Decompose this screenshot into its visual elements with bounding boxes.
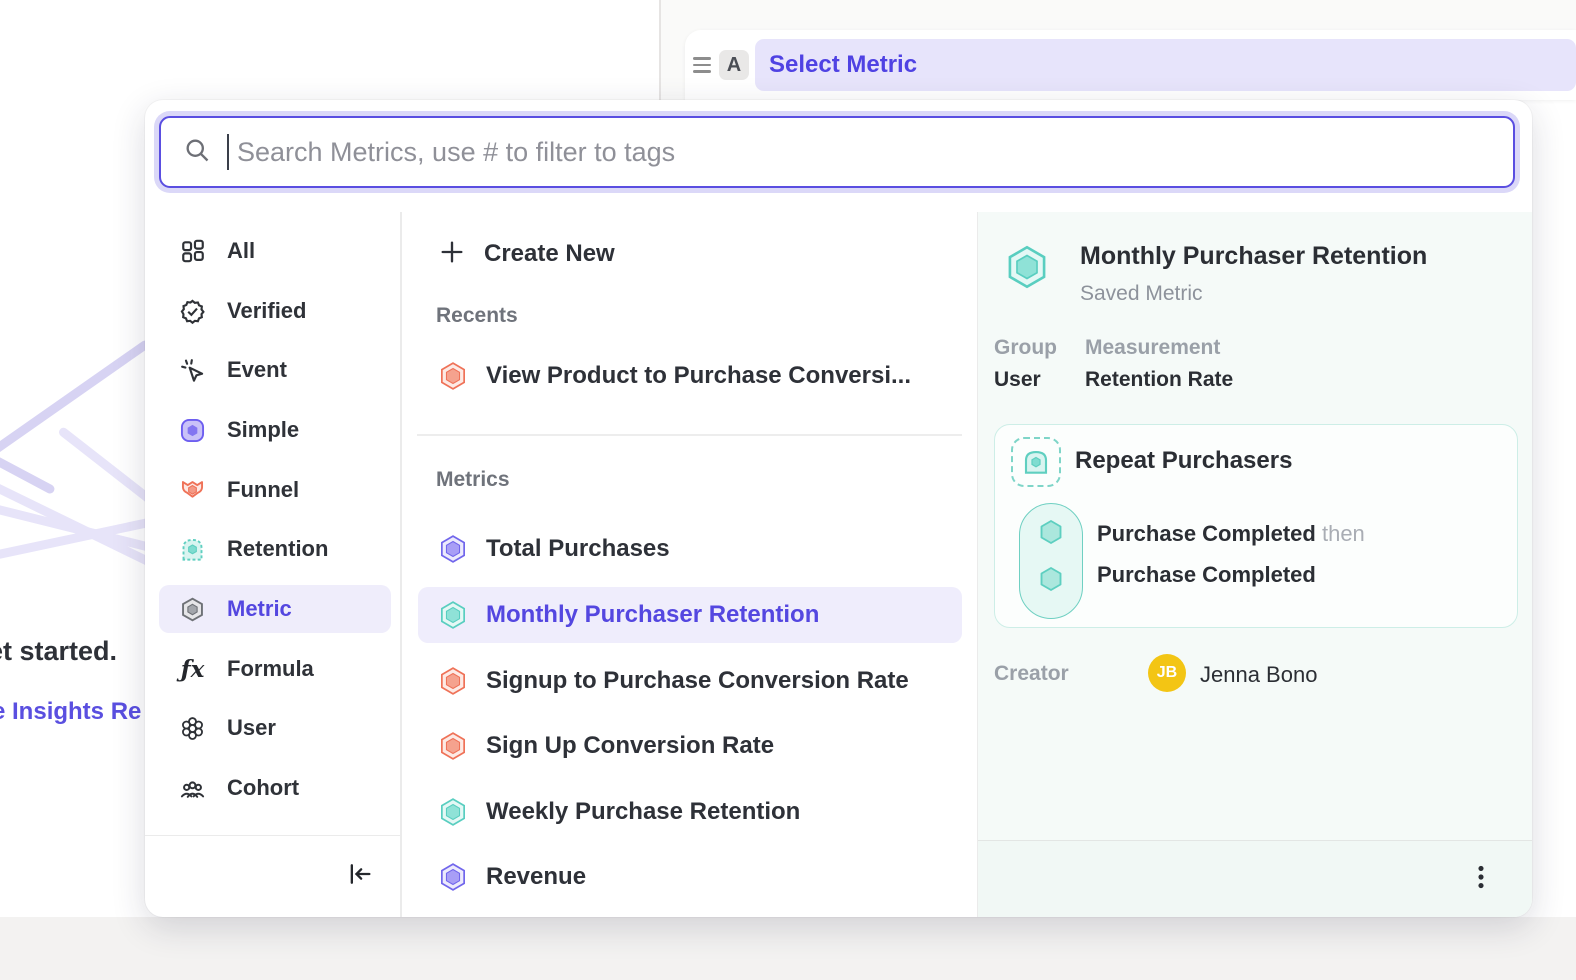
- funnel-steps-capsule: [1019, 503, 1083, 619]
- select-metric-label: Select Metric: [769, 51, 917, 79]
- definition-step-2: Purchase Completed: [1097, 562, 1316, 588]
- metric-item-weekly-purchase-retention[interactable]: Weekly Purchase Retention: [418, 784, 962, 840]
- measurement-label: Measurement: [1085, 336, 1220, 360]
- metric-definition-card: Repeat Purchasers Purchase Completed the…: [994, 424, 1518, 628]
- sidebar-item-simple[interactable]: Simple: [159, 406, 391, 454]
- search-input[interactable]: Search Metrics, use # to filter to tags: [159, 116, 1515, 188]
- verified-badge-icon: [179, 298, 206, 325]
- creator-avatar: JB: [1148, 654, 1186, 692]
- metric-icon: [179, 596, 206, 623]
- preview-subtitle: Saved Metric: [1080, 282, 1203, 306]
- sidebar-item-all[interactable]: All: [159, 227, 391, 275]
- create-new-label: Create New: [484, 240, 615, 268]
- definition-name: Repeat Purchasers: [1075, 447, 1292, 475]
- preview-title: Monthly Purchaser Retention: [1080, 242, 1427, 271]
- retention-icon: [179, 536, 206, 563]
- recent-metric-item[interactable]: View Product to Purchase Conversi...: [418, 348, 962, 404]
- sidebar-item-retention[interactable]: Retention: [159, 525, 391, 573]
- group-value: User: [994, 368, 1041, 392]
- sidebar-item-formula[interactable]: ƒx Formula: [159, 645, 391, 693]
- funnel-metric-hexagon-icon: [438, 361, 468, 391]
- metric-item-signup-to-purchase-conversion-rate[interactable]: Signup to Purchase Conversion Rate: [418, 653, 962, 709]
- background-chart-line: [0, 443, 56, 496]
- sidebar-item-verified[interactable]: Verified: [159, 287, 391, 335]
- metric-hexagon-icon: [438, 534, 468, 564]
- step-hexagon-icon: [1036, 564, 1066, 594]
- metric-hexagon-icon: [438, 666, 468, 696]
- background-heading-fragment: et started.: [0, 636, 158, 667]
- search-icon: [183, 136, 211, 169]
- measurement-value: Retention Rate: [1085, 368, 1233, 392]
- clause-letter-badge: A: [719, 50, 749, 80]
- metric-hexagon-icon: [438, 862, 468, 892]
- all-grid-icon: [179, 238, 206, 265]
- list-divider: [417, 434, 962, 436]
- background-chart-line: [0, 339, 151, 478]
- simple-icon: [179, 417, 206, 444]
- funnel-icon: [179, 477, 206, 504]
- group-label: Group: [994, 336, 1057, 360]
- background-bottom-strip: [0, 917, 1576, 980]
- preview-metric-hexagon-icon: [1004, 244, 1050, 290]
- metric-hexagon-icon: [438, 600, 468, 630]
- metric-item-total-purchases[interactable]: Total Purchases: [418, 521, 962, 577]
- metric-picker-dialog: Search Metrics, use # to filter to tags …: [145, 100, 1532, 917]
- collapse-sidebar-icon[interactable]: [346, 860, 374, 893]
- create-new-button[interactable]: Create New: [418, 226, 962, 282]
- more-options-kebab-icon[interactable]: [1468, 862, 1494, 897]
- formula-icon: ƒx: [179, 656, 206, 683]
- metric-hexagon-icon: [438, 731, 468, 761]
- cohort-icon: [179, 775, 206, 802]
- metric-preview-panel: Monthly Purchaser Retention Saved Metric…: [978, 212, 1532, 917]
- sidebar-item-event[interactable]: Event: [159, 346, 391, 394]
- search-placeholder: Search Metrics, use # to filter to tags: [237, 137, 675, 168]
- preview-panel-footer: [978, 840, 1532, 917]
- text-cursor: [227, 134, 229, 170]
- sidebar-item-metric[interactable]: Metric: [159, 585, 391, 633]
- sidebar-item-cohort[interactable]: Cohort: [159, 764, 391, 812]
- user-icon: [179, 715, 206, 742]
- plus-icon: [438, 238, 466, 271]
- metric-hexagon-icon: [438, 797, 468, 827]
- metric-item-revenue[interactable]: Revenue: [418, 849, 962, 905]
- metric-item-monthly-purchaser-retention[interactable]: Monthly Purchaser Retention: [418, 587, 962, 643]
- metric-clause-card: A Select Metric: [685, 30, 1576, 100]
- creator-label: Creator: [994, 662, 1069, 686]
- background-insights-link-fragment[interactable]: e Insights Re: [0, 698, 162, 726]
- event-cursor-icon: [179, 357, 206, 384]
- creator-name: Jenna Bono: [1200, 662, 1317, 688]
- metric-item-sign-up-conversion-rate[interactable]: Sign Up Conversion Rate: [418, 718, 962, 774]
- column-divider: [400, 212, 402, 917]
- drag-handle-icon[interactable]: [693, 57, 711, 73]
- select-metric-button[interactable]: Select Metric: [755, 39, 1576, 91]
- retention-step-badge: [1011, 437, 1061, 487]
- sidebar-item-funnel[interactable]: Funnel: [159, 466, 391, 514]
- sidebar-footer: [145, 835, 400, 917]
- step-hexagon-icon: [1036, 517, 1066, 547]
- sidebar-item-user[interactable]: User: [159, 704, 391, 752]
- retention-icon: [1021, 447, 1051, 477]
- metrics-section-header: Metrics: [436, 468, 510, 492]
- recents-section-header: Recents: [436, 304, 518, 328]
- step-connector: then: [1322, 521, 1365, 546]
- definition-step-1: Purchase Completed then: [1097, 521, 1365, 547]
